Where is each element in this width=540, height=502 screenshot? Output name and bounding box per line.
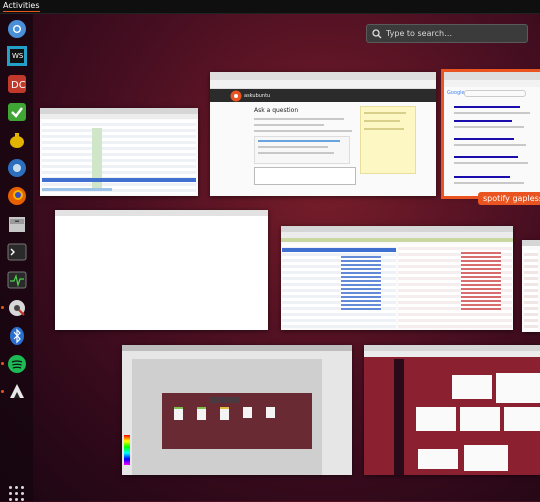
svg-text:WS: WS: [12, 52, 24, 60]
window-thumbnail-process-list[interactable]: [40, 108, 198, 196]
bluetooth-icon[interactable]: [5, 324, 28, 347]
window-thumbnail-partial-right[interactable]: [522, 240, 540, 332]
svg-text:DC: DC: [11, 80, 26, 91]
show-applications-icon[interactable]: [8, 485, 25, 502]
pdf-app-icon[interactable]: DC: [5, 72, 28, 95]
firefox-icon[interactable]: [5, 184, 28, 207]
inkscape-icon[interactable]: [5, 380, 28, 403]
magnifier-icon: [372, 28, 382, 38]
activities-button[interactable]: Activities: [3, 1, 40, 12]
tasks-check-icon[interactable]: [5, 100, 28, 123]
site-brand: askubuntu: [244, 93, 271, 99]
chromium-icon[interactable]: [5, 17, 28, 40]
window-thumbnail-file-manager[interactable]: [281, 226, 513, 330]
dock: WS DC: [0, 14, 33, 501]
window-caption: spotify gapless tv -: [478, 192, 540, 205]
search-input[interactable]: Type to search…: [366, 24, 528, 43]
window-thumbnail-blank[interactable]: [55, 210, 268, 330]
askubuntu-logo-icon: [230, 90, 242, 102]
spotify-icon[interactable]: [5, 352, 28, 375]
window-thumbnail-google-search[interactable]: Google: [441, 69, 540, 199]
webstorm-icon[interactable]: WS: [5, 44, 28, 67]
top-bar: Activities: [0, 0, 540, 14]
teapot-icon[interactable]: [5, 128, 28, 151]
window-thumbnail-askubuntu[interactable]: askubuntu Ask a question: [210, 72, 436, 196]
system-monitor-icon[interactable]: [5, 268, 28, 291]
search-placeholder: Type to search…: [386, 29, 453, 38]
terminal-icon[interactable]: [5, 240, 28, 263]
window-thumbnail-desktop-screenshot[interactable]: [364, 345, 540, 475]
settings-gear-icon[interactable]: [5, 296, 28, 319]
window-thumbnail-image-editor[interactable]: [122, 345, 352, 475]
google-logo: Google: [447, 90, 465, 96]
file-cabinet-icon[interactable]: [5, 212, 28, 235]
page-heading: Ask a question: [254, 107, 299, 114]
update-icon[interactable]: [5, 156, 28, 179]
